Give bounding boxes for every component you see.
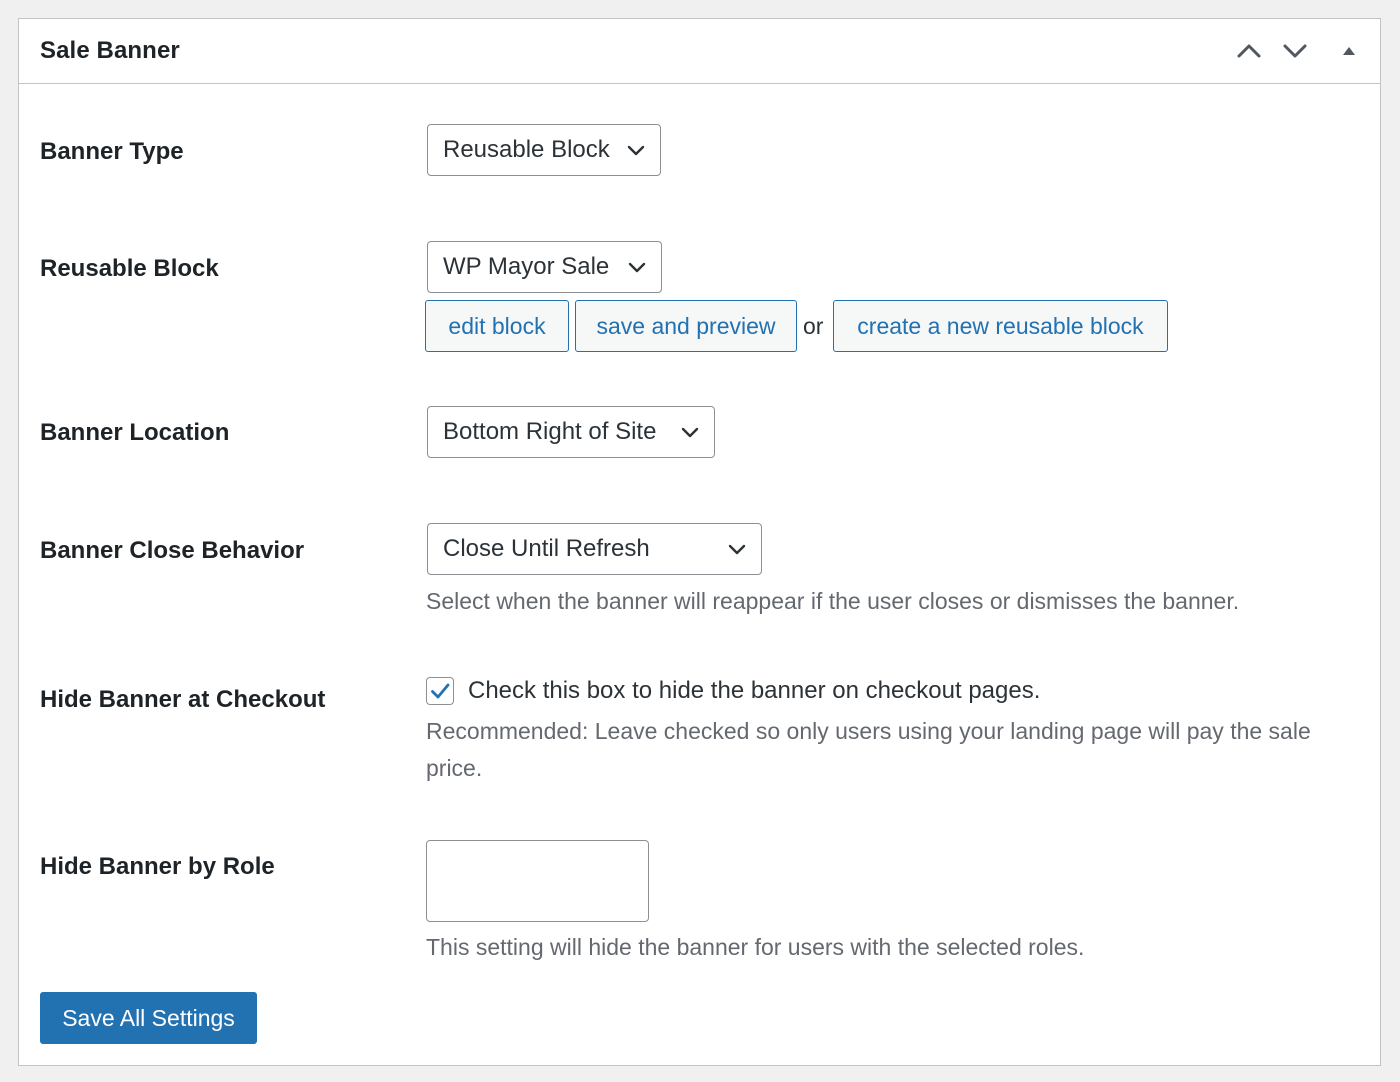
banner-type-select[interactable]: Reusable Block — [427, 124, 661, 176]
banner-type-value: Reusable Block — [443, 136, 610, 163]
close-behavior-description: Select when the banner will reappear if … — [426, 588, 1240, 614]
reusable-block-label: Reusable Block — [40, 255, 219, 282]
chevron-down-icon — [1283, 44, 1307, 58]
move-up-button[interactable] — [1231, 33, 1267, 69]
hide-checkout-checkbox[interactable] — [426, 677, 454, 705]
panel-title: Sale Banner — [40, 37, 180, 64]
banner-location-select[interactable]: Bottom Right of Site — [427, 406, 715, 458]
hide-role-label: Hide Banner by Role — [40, 853, 275, 880]
banner-location-value: Bottom Right of Site — [443, 418, 657, 445]
hide-checkout-label: Hide Banner at Checkout — [40, 686, 326, 713]
chevron-down-icon — [628, 262, 646, 273]
chevron-down-icon — [627, 145, 645, 156]
or-text: or — [803, 313, 824, 339]
chevron-up-icon — [1237, 44, 1261, 58]
close-behavior-select[interactable]: Close Until Refresh — [427, 523, 762, 575]
toggle-panel-button[interactable] — [1331, 33, 1367, 69]
save-all-settings-button[interactable]: Save All Settings — [40, 992, 257, 1044]
hide-checkout-checkbox-label[interactable]: Check this box to hide the banner on che… — [468, 677, 1040, 705]
banner-type-label: Banner Type — [40, 138, 184, 165]
close-behavior-value: Close Until Refresh — [443, 535, 650, 562]
reusable-block-value: WP Mayor Sale — [443, 253, 610, 280]
panel-header: Sale Banner — [19, 19, 1380, 84]
chevron-down-icon — [681, 427, 699, 438]
create-reusable-block-button[interactable]: create a new reusable block — [833, 300, 1168, 352]
hide-role-description: This setting will hide the banner for us… — [426, 934, 1085, 960]
chevron-down-icon — [728, 544, 746, 555]
banner-location-label: Banner Location — [40, 419, 230, 446]
hide-checkout-description: Recommended: Leave checked so only users… — [426, 718, 1311, 781]
checkmark-icon — [431, 683, 450, 699]
save-and-preview-button[interactable]: save and preview — [575, 300, 797, 352]
sale-banner-panel: Sale Banner Banner Type Reusable Block R… — [18, 18, 1381, 1066]
close-behavior-label: Banner Close Behavior — [40, 537, 305, 564]
triangle-up-icon — [1343, 47, 1355, 55]
reusable-block-select[interactable]: WP Mayor Sale — [427, 241, 662, 293]
move-down-button[interactable] — [1277, 33, 1313, 69]
hide-role-select[interactable] — [426, 840, 649, 922]
edit-block-button[interactable]: edit block — [425, 300, 569, 352]
